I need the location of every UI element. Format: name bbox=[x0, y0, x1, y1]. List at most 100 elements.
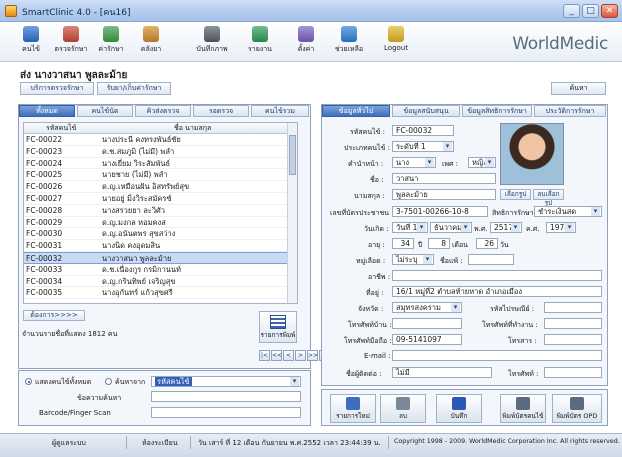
sex-select[interactable]: หญิง bbox=[468, 157, 496, 168]
column-header-code[interactable]: รหัสคนไข้ bbox=[46, 123, 76, 133]
search-button[interactable]: ค้นหา bbox=[551, 82, 606, 95]
minimize-button[interactable]: _ bbox=[563, 4, 580, 18]
patient-row-name: นายอยู่ มิ่งวิระสมัครซ์ bbox=[102, 193, 172, 203]
worldmedic-logo: WorldMedic bbox=[512, 34, 608, 54]
home-phone-field[interactable] bbox=[392, 318, 462, 329]
keyword-input[interactable] bbox=[151, 391, 301, 402]
tab-rights-info[interactable]: ข้อมูลสิทธิการรักษา bbox=[462, 105, 532, 117]
patient-row-code: FC-00031 bbox=[26, 241, 63, 251]
last-name-field[interactable]: พูลละม้าย bbox=[392, 189, 496, 200]
mobile-field[interactable]: 09-5141097 bbox=[392, 334, 462, 345]
show-all-radio[interactable] bbox=[25, 378, 32, 385]
first-name-field[interactable]: วาสนา bbox=[392, 173, 496, 184]
tab-treatment-service[interactable]: บริการตรวจรักษา bbox=[20, 82, 94, 95]
birth-day-select[interactable]: วันที่ 17 bbox=[392, 222, 428, 233]
address-field[interactable]: 16/1 หมู่ที่2 ตำบลท้ายหาด อำเภอเมือง bbox=[392, 286, 602, 297]
patient-row[interactable]: FC-00029 ด.ญ.มงกล หอมคงส bbox=[24, 217, 297, 229]
province-select[interactable]: สมุทรสงคราม bbox=[392, 302, 462, 313]
patient-code-field[interactable]: FC-00032 bbox=[392, 125, 454, 136]
blood-type-select[interactable]: ไม่ระบุ bbox=[392, 254, 434, 265]
occupation-field[interactable] bbox=[392, 270, 602, 281]
tab-waiting[interactable]: รอตรวจ bbox=[193, 105, 249, 117]
prefix-select[interactable]: นาง bbox=[392, 157, 436, 168]
patient-row[interactable]: FC-00032 นางวาสนา พูลละม้าย bbox=[24, 251, 297, 264]
list-scrollbar-thumb[interactable] bbox=[289, 135, 296, 175]
prev-block-button[interactable]: << bbox=[271, 350, 282, 361]
print-list-button[interactable]: รายการพิมพ์ bbox=[259, 311, 297, 343]
status-separator bbox=[190, 436, 191, 449]
tab-treatment-history[interactable]: ประวัติการรักษา bbox=[534, 105, 606, 117]
contact-phone-field[interactable] bbox=[544, 367, 602, 378]
patient-row[interactable]: FC-00023 ด.ช.สมภูมิ (ไม่มี) พลำ bbox=[24, 146, 297, 158]
print-patient-card-button[interactable]: พิมพ์บัตรคนไข้ bbox=[500, 394, 546, 423]
patient-row[interactable]: FC-00031 นางนิด คงอุดมสิน bbox=[24, 240, 297, 252]
toolbar-report-button[interactable]: รายงาน bbox=[241, 25, 279, 61]
toolbar-patient-button[interactable]: คนไข้ bbox=[12, 25, 50, 61]
print-card-icon bbox=[516, 397, 530, 410]
work-phone-field[interactable] bbox=[544, 318, 602, 329]
column-header-name[interactable]: ชื่อ นามสกุล bbox=[174, 123, 211, 133]
tab-appointments[interactable]: คนไข้นัด bbox=[77, 105, 133, 117]
patient-row[interactable]: FC-00024 นางเยี่ยม วิระสัมพันธ์ bbox=[24, 158, 297, 170]
toolbar-photo-button[interactable]: บันทึกภาพ bbox=[193, 25, 231, 61]
more-button[interactable]: ต้องการ>>>> bbox=[23, 310, 85, 321]
postcode-label: รหัสไปรษณีย์ : bbox=[490, 305, 535, 313]
age-months-field[interactable]: 8 bbox=[428, 238, 450, 249]
toolbar-logout-button[interactable]: Logout bbox=[377, 25, 415, 61]
tab-all-patients[interactable]: คนไข้รวม bbox=[251, 105, 309, 117]
age-years-field[interactable]: 34 bbox=[392, 238, 414, 249]
contact-field[interactable]: ไม่มี bbox=[392, 367, 492, 378]
birth-year-select[interactable]: 2517 bbox=[490, 222, 522, 233]
toolbar-settings-button[interactable]: ตั้งค่า bbox=[287, 25, 325, 61]
patient-code-label: รหัสคนไข้ : bbox=[350, 128, 386, 136]
tab-general-info[interactable]: ข้อมูลทั่วไป bbox=[322, 105, 390, 117]
patient-row[interactable]: FC-00033 ด.ช.เนื่องกูร กรมิกานนท์ bbox=[24, 264, 297, 276]
delete-button[interactable]: ลบ bbox=[380, 394, 426, 423]
toolbar-pharmacy-button[interactable]: คลังยา bbox=[132, 25, 170, 61]
postcode-field[interactable] bbox=[544, 302, 602, 313]
patient-list[interactable]: รหัสคนไข้ ชื่อ นามสกุล FC-00022 นางประนี … bbox=[23, 122, 298, 304]
email-field[interactable] bbox=[392, 350, 602, 361]
patient-row[interactable]: FC-00028 นางสรวยยา ละวิศัว bbox=[24, 205, 297, 217]
patient-row[interactable]: FC-00034 ด.ญ.กรินทิพย์ เจริญสุข bbox=[24, 276, 297, 288]
fax-field[interactable] bbox=[544, 334, 602, 345]
patient-row[interactable]: FC-00022 นางประนี คงทรงพันธ์ชัย bbox=[24, 134, 297, 146]
allergy-field[interactable] bbox=[468, 254, 514, 265]
patient-row[interactable]: FC-00030 ด.ญ.อนันตพร สุขสว่าง bbox=[24, 228, 297, 241]
next-page-button[interactable]: > bbox=[295, 350, 306, 361]
rights-select[interactable]: ชำระเงินสด bbox=[534, 206, 602, 217]
toolbar-help-button[interactable]: ช่วยเหลือ bbox=[330, 25, 368, 61]
age-days-field[interactable]: 26 bbox=[476, 238, 498, 249]
first-page-button[interactable]: |< bbox=[259, 350, 270, 361]
patient-type-select[interactable]: ระดับที่ 1 bbox=[392, 141, 454, 152]
print-opd-card-button[interactable]: พิมพ์บัตร OPD bbox=[552, 394, 602, 423]
maximize-button[interactable]: □ bbox=[582, 4, 599, 18]
birth-month-select[interactable]: ธันวาคม bbox=[430, 222, 472, 233]
tab-exam-queue[interactable]: คิวส่งตรวจ bbox=[135, 105, 191, 117]
toolbar-treatment-button[interactable]: ตรวจรักษา bbox=[52, 25, 90, 61]
save-button[interactable]: บันทึก bbox=[436, 394, 482, 423]
tab-all[interactable]: ทั้งหมด bbox=[19, 105, 75, 117]
list-scrollbar[interactable] bbox=[287, 123, 297, 303]
tab-support-info[interactable]: ข้อมูลสนับสนุน bbox=[392, 105, 460, 117]
toolbar-fees-button[interactable]: ค่ารักษา bbox=[92, 25, 130, 61]
barcode-input[interactable] bbox=[151, 407, 301, 418]
patient-list-header: รหัสคนไข้ ชื่อ นามสกุล bbox=[24, 123, 297, 134]
next-block-button[interactable]: >> bbox=[307, 350, 318, 361]
search-by-radio[interactable] bbox=[105, 378, 112, 385]
new-record-button[interactable]: รายการใหม่ bbox=[330, 394, 376, 423]
prev-page-button[interactable]: < bbox=[283, 350, 294, 361]
close-button[interactable]: ✕ bbox=[601, 4, 618, 18]
stethoscope-icon bbox=[63, 26, 79, 42]
patient-row[interactable]: FC-00027 นายอยู่ มิ่งวิระสมัครซ์ bbox=[24, 193, 297, 205]
select-photo-button[interactable]: เลือกรูป bbox=[500, 189, 531, 200]
tab-dispense-payment[interactable]: รับยา/เก็บค่ารักษา bbox=[97, 82, 171, 95]
patient-row[interactable]: FC-00035 นางอุกันทร์ แก้วสุขศรี bbox=[24, 287, 297, 300]
delete-photo-button[interactable]: ลบเลือกรูป bbox=[533, 189, 564, 207]
birth-year-ce-select[interactable]: 1974 bbox=[546, 222, 576, 233]
patient-row[interactable]: FC-00026 ด.ญ.เหมือนฝัน อิสทรัพย์สุข bbox=[24, 181, 297, 193]
search-by-select[interactable]: รหัสคนไข้ bbox=[151, 376, 301, 387]
patient-row[interactable]: FC-00025 นายชาย (ไม่มี) พลำ bbox=[24, 169, 297, 182]
id-card-field[interactable]: 3-7501-00266-10-8 bbox=[392, 206, 488, 217]
patient-list-panel: ทั้งหมด คนไข้นัด คิวส่งตรวจ รอตรวจ คนไข้… bbox=[18, 104, 330, 369]
